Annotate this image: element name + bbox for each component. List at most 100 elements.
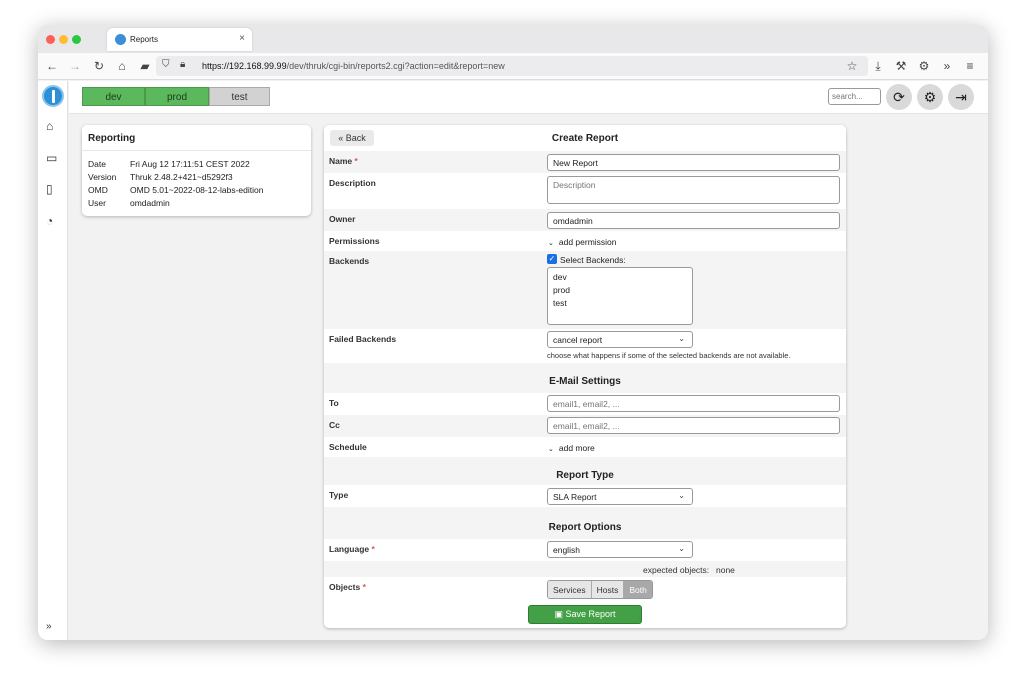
overflow-chevron-icon[interactable]: » [939, 58, 955, 74]
owner-label: Owner [329, 214, 356, 224]
reload-icon[interactable]: ↻ [91, 58, 107, 74]
minimize-window-button[interactable] [59, 35, 68, 44]
url-path: /dev/thruk/cgi-bin/reports2.cgi?action=e… [286, 61, 505, 71]
description-textarea[interactable] [547, 176, 840, 204]
tab-bar: Reports × [38, 25, 988, 53]
info-value: Fri Aug 12 17:11:51 CEST 2022 [130, 159, 250, 169]
language-select[interactable]: english ⌄ [547, 541, 693, 558]
language-label-text: Language [329, 544, 370, 554]
to-input[interactable] [547, 395, 840, 412]
owner-input[interactable] [547, 212, 840, 229]
backends-row: Backends ✓ Select Backends: dev prod tes… [324, 251, 846, 329]
cc-input[interactable] [547, 417, 840, 434]
home-icon[interactable]: ⌂ [114, 58, 130, 74]
failed-backends-select[interactable]: cancel report ⌄ [547, 331, 693, 348]
search-input[interactable] [828, 88, 881, 105]
monitor-nav-icon[interactable]: ▭ [46, 151, 57, 165]
settings-gear-icon[interactable]: ⚙ [917, 84, 943, 110]
backend-option[interactable]: prod [553, 284, 687, 297]
zoom-window-button[interactable] [72, 35, 81, 44]
extension-icon[interactable]: ▰ [137, 58, 153, 74]
info-value: omdadmin [130, 198, 170, 208]
bookmark-star-icon[interactable]: ☆ [844, 58, 860, 74]
cc-row: Cc [324, 415, 846, 437]
objects-option-services[interactable]: Services [548, 581, 592, 598]
cc-label: Cc [329, 420, 340, 430]
lock-icon[interactable]: 🔒︎ [180, 59, 185, 70]
backend-option[interactable]: test [553, 297, 687, 310]
wrench-icon[interactable]: ⚒ [893, 58, 909, 74]
language-label: Language * [329, 544, 375, 554]
select-backends-checkbox[interactable]: ✓ [547, 254, 557, 264]
objects-label: Objects * [329, 582, 366, 592]
gauge-nav-icon[interactable]: ◔ [46, 214, 53, 228]
email-settings-title: E-Mail Settings [549, 376, 621, 387]
chevron-down-icon: ⌄ [548, 240, 554, 247]
backends-listbox[interactable]: dev prod test [547, 267, 693, 325]
book-nav-icon[interactable]: ▯ [46, 182, 53, 196]
reporting-info-card: Reporting Date Fri Aug 12 17:11:51 CEST … [82, 125, 311, 216]
logout-icon[interactable]: ⇥ [948, 84, 974, 110]
add-permission-link[interactable]: ⌄ add permission [548, 237, 617, 247]
create-report-form: « Back Create Report Name * Description … [324, 125, 846, 628]
email-section-header: E-Mail Settings [324, 363, 846, 393]
info-key: User [88, 198, 106, 208]
add-more-label: add more [558, 443, 595, 453]
download-icon[interactable]: ⤓ [870, 58, 886, 74]
to-row: To [324, 393, 846, 415]
forward-arrow-icon[interactable]: → [67, 58, 83, 74]
schedule-row: Schedule ⌄ add more [324, 437, 846, 457]
save-disk-icon: ▣ [554, 609, 563, 619]
add-permission-label: add permission [558, 237, 617, 247]
report-type-title: Report Type [556, 470, 614, 481]
failed-backends-label: Failed Backends [329, 334, 397, 344]
backend-option[interactable]: dev [553, 271, 687, 284]
url-host: https://192.168.99.99 [202, 61, 287, 71]
type-value: SLA Report [553, 492, 597, 502]
gear-icon[interactable]: ⚙ [916, 58, 932, 74]
required-marker: * [371, 544, 375, 554]
info-key: Date [88, 159, 106, 169]
name-label: Name * [329, 156, 358, 166]
tab-close-icon[interactable]: × [239, 33, 245, 44]
chevron-down-icon: ⌄ [678, 491, 685, 500]
type-select[interactable]: SLA Report ⌄ [547, 488, 693, 505]
objects-option-both[interactable]: Both [624, 581, 652, 598]
info-value: Thruk 2.48.2+421~d5292f3 [130, 172, 233, 182]
objects-option-hosts[interactable]: Hosts [591, 581, 625, 598]
failed-backends-hint: choose what happens if some of the selec… [547, 351, 791, 360]
backend-dev-button[interactable]: dev [82, 87, 145, 106]
expected-objects-label: expected objects: [643, 565, 710, 575]
thruk-logo-icon[interactable] [42, 85, 64, 107]
shield-icon[interactable]: ⛉ [162, 59, 170, 70]
owner-row: Owner [324, 209, 846, 231]
back-arrow-icon[interactable]: ← [44, 58, 60, 74]
report-options-title: Report Options [548, 522, 622, 533]
failed-backends-row: Failed Backends cancel report ⌄ choose wh… [324, 329, 846, 363]
report-type-section-header: Report Type [324, 457, 846, 485]
name-input[interactable] [547, 154, 840, 171]
hamburger-menu-icon[interactable]: ≡ [962, 58, 978, 74]
divider [82, 150, 311, 151]
save-report-button[interactable]: ▣ Save Report [528, 605, 642, 624]
form-title: Create Report [551, 133, 619, 144]
url-field[interactable]: ⛉ 🔒︎ https://192.168.99.99/dev/thruk/cgi… [156, 56, 868, 76]
schedule-label: Schedule [329, 442, 367, 452]
close-window-button[interactable] [46, 35, 55, 44]
browser-window: Reports × ← → ↻ ⌂ ▰ ⛉ 🔒︎ https://192.168… [38, 25, 988, 640]
expected-objects-value: none [716, 565, 735, 575]
name-label-text: Name [329, 156, 353, 166]
expand-sidebar-icon[interactable]: » [46, 621, 52, 632]
home-nav-icon[interactable]: ⌂ [46, 119, 53, 133]
report-options-section-header: Report Options [324, 507, 846, 539]
refresh-icon[interactable]: ⟳ [886, 84, 912, 110]
thruk-favicon-icon [115, 34, 126, 45]
expected-objects-row: expected objects: none [324, 561, 846, 577]
tab-reports[interactable]: Reports × [107, 28, 252, 51]
backend-prod-button[interactable]: prod [145, 87, 209, 106]
app-sidebar: ⌂ ▭ ▯ ◔ » [38, 81, 68, 640]
add-more-link[interactable]: ⌄ add more [548, 443, 595, 453]
backend-test-button[interactable]: test [209, 87, 270, 106]
url-text: https://192.168.99.99/dev/thruk/cgi-bin/… [202, 61, 505, 71]
info-value: OMD 5.01~2022-08-12-labs-edition [130, 185, 264, 195]
